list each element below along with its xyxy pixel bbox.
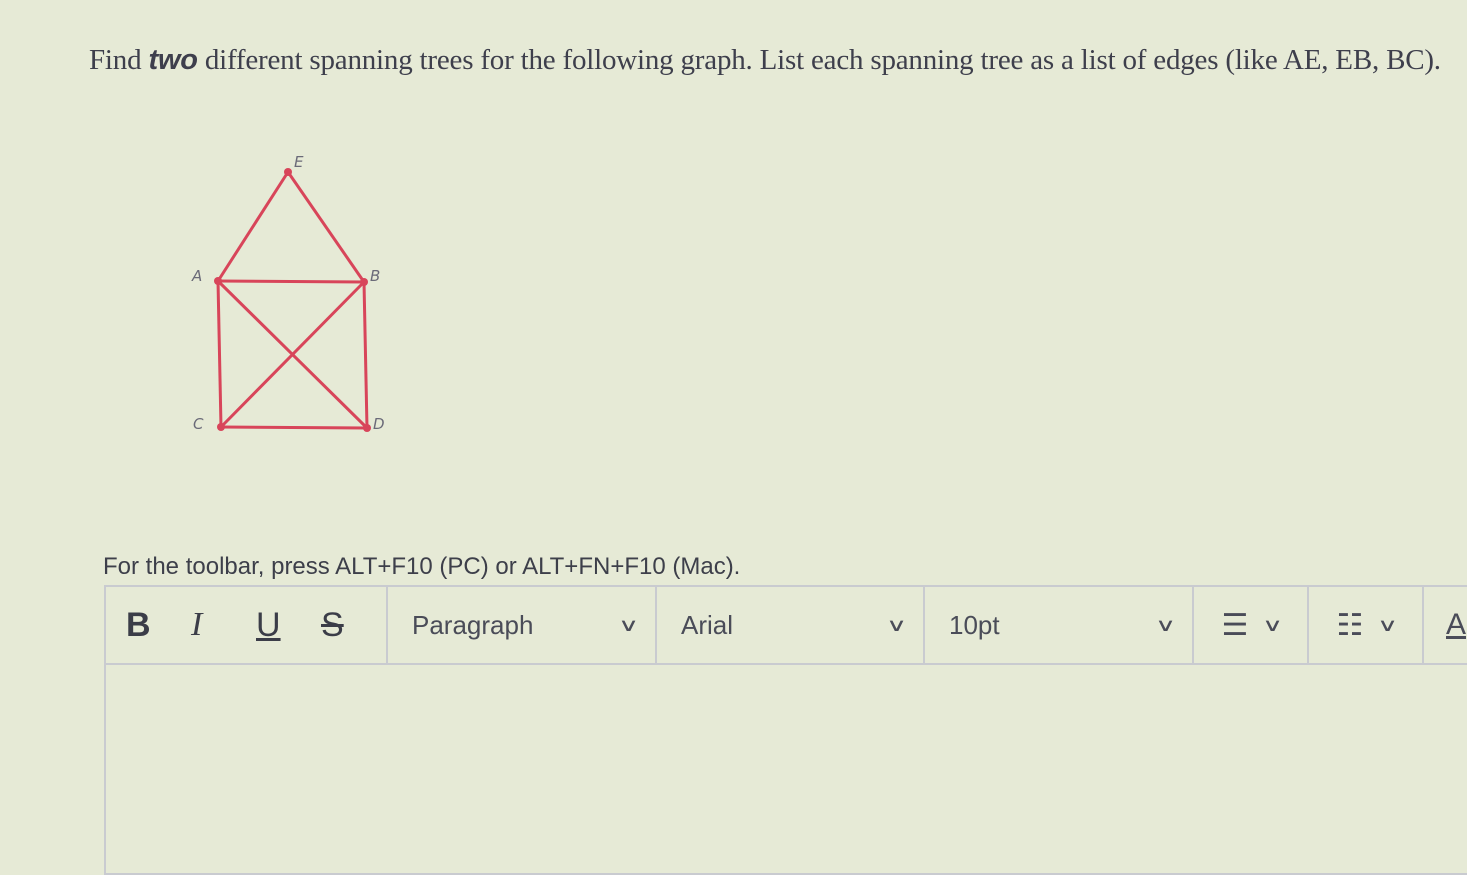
editor-toolbar: B I U S Paragraph ∨ Arial ∨ 10pt ∨ ☰ ∨ ☷… [106, 587, 1467, 665]
graph-diagram: E A B C D [191, 153, 385, 433]
question-part2: different spanning trees for the followi… [197, 44, 1441, 76]
question-emphasis: two [148, 44, 198, 76]
chevron-down-icon: ∨ [1377, 614, 1399, 635]
label-c: C [193, 415, 204, 433]
chevron-down-icon: ∨ [617, 614, 639, 635]
numbered-list-button[interactable]: ☷ ∨ [1309, 587, 1424, 663]
strikethrough-button[interactable]: S [321, 606, 386, 645]
label-d: D [373, 415, 385, 433]
text-color-icon: A [1446, 608, 1467, 641]
text-color-button[interactable]: A [1424, 587, 1466, 663]
edge-ac [216, 280, 223, 428]
underline-button[interactable]: U [256, 606, 321, 645]
italic-button[interactable]: I [191, 606, 256, 644]
label-e: E [294, 153, 304, 171]
label-a: A [191, 267, 202, 285]
edge-ae [216, 171, 290, 282]
edge-ab [217, 279, 365, 284]
bullet-list-button[interactable]: ☰ ∨ [1194, 587, 1309, 663]
numbered-list-icon: ☷ [1336, 608, 1364, 642]
font-select[interactable]: Arial ∨ [657, 587, 925, 663]
vertex-b [360, 278, 368, 286]
font-size-select[interactable]: 10pt ∨ [925, 587, 1194, 663]
font-value: Arial [681, 609, 734, 640]
vertex-e [284, 168, 292, 176]
rich-text-editor[interactable]: B I U S Paragraph ∨ Arial ∨ 10pt ∨ ☰ ∨ ☷… [104, 585, 1467, 875]
vertex-d [363, 424, 371, 432]
question-text: Find two different spanning trees for th… [89, 44, 1441, 77]
toolbar-hint: For the toolbar, press ALT+F10 (PC) or A… [103, 553, 741, 580]
editor-content-area[interactable] [106, 665, 1467, 873]
chevron-down-icon: ∨ [1154, 614, 1176, 635]
bullet-list-icon: ☰ [1221, 608, 1249, 642]
edge-bd [362, 281, 369, 429]
question-part1: Find [89, 44, 149, 76]
paragraph-select[interactable]: Paragraph ∨ [388, 587, 657, 663]
vertex-a [214, 277, 222, 285]
bold-button[interactable]: B [126, 606, 191, 645]
font-size-value: 10pt [949, 609, 1000, 640]
edge-cd [220, 425, 368, 430]
paragraph-value: Paragraph [412, 609, 534, 640]
edge-eb [286, 171, 366, 283]
label-b: B [370, 267, 380, 285]
chevron-down-icon: ∨ [1262, 614, 1284, 635]
chevron-down-icon: ∨ [885, 614, 907, 635]
format-group: B I U S [106, 587, 388, 663]
vertex-c [217, 423, 225, 431]
